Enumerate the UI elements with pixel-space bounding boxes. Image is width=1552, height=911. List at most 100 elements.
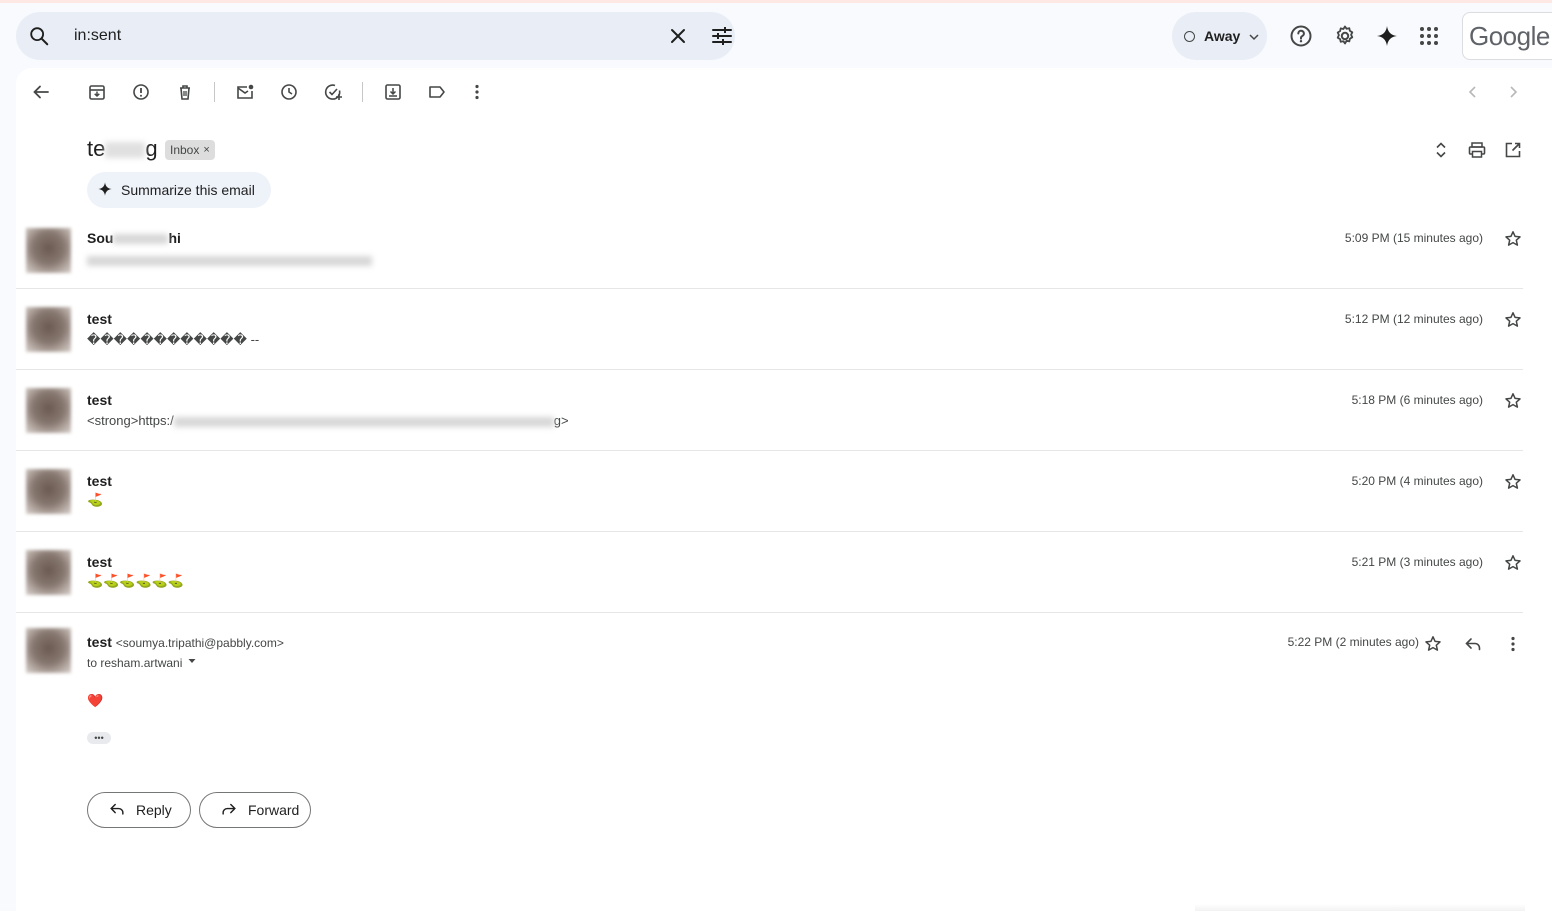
recipient-details[interactable]: to resham.artwani (87, 655, 198, 670)
back-arrow-icon[interactable] (31, 82, 51, 102)
sender-name: test (87, 392, 112, 408)
settings-gear-icon[interactable] (1333, 24, 1357, 48)
google-logo[interactable]: Google (1462, 12, 1552, 60)
sender-redacted (113, 234, 169, 245)
inbox-label-chip[interactable]: Inbox × (165, 140, 215, 160)
star-icon[interactable] (1503, 310, 1523, 330)
delete-trash-icon[interactable] (175, 82, 195, 102)
sender-email: <soumya.tripathi@pabbly.com> (115, 636, 284, 650)
message-snippet: <strong>https:/ g> (87, 413, 569, 428)
message-time: 5:12 PM (12 minutes ago) (1344, 312, 1483, 326)
report-spam-icon[interactable] (131, 82, 151, 102)
sender-name: test (87, 473, 112, 489)
newer-chevron-left-icon[interactable] (1463, 82, 1483, 102)
more-options-icon[interactable] (467, 82, 487, 102)
avatar (26, 228, 71, 273)
avatar (26, 307, 71, 352)
star-icon[interactable] (1503, 229, 1523, 249)
status-selector[interactable]: Away (1172, 12, 1267, 60)
expand-all-icon[interactable] (1431, 140, 1451, 160)
sender-name: test (87, 311, 112, 327)
avatar (26, 628, 71, 673)
message-body: ❤️ (87, 694, 104, 709)
reply-icon (108, 800, 126, 821)
forward-label: Forward (248, 802, 300, 818)
mark-unread-icon[interactable] (235, 82, 255, 102)
summarize-label: Summarize this email (121, 182, 255, 198)
message-time: 5:20 PM (4 minutes ago) (1351, 474, 1483, 488)
sender-name-start: Sou (87, 230, 114, 246)
star-icon[interactable] (1503, 472, 1523, 492)
subject-redacted (105, 142, 146, 159)
sparkle-icon (97, 181, 113, 200)
sender-name-end: hi (168, 230, 181, 246)
message-snippet: ������������ -- (87, 332, 260, 347)
open-in-new-window-icon[interactable] (1503, 140, 1523, 160)
status-dot-icon (1184, 31, 1195, 42)
print-icon[interactable] (1467, 140, 1487, 160)
chevron-down-icon (1248, 30, 1260, 42)
label-tag-icon[interactable] (427, 82, 447, 102)
subject-text-end: g (145, 136, 158, 161)
search-input[interactable] (74, 24, 634, 48)
star-icon[interactable] (1423, 634, 1443, 654)
message-time: 5:21 PM (3 minutes ago) (1351, 555, 1483, 569)
snippet-end: g> (553, 413, 569, 428)
message-time: 5:22 PM (2 minutes ago) (1287, 635, 1419, 649)
reply-label: Reply (136, 802, 172, 818)
thread-message-row[interactable]: test ⛳ 5:20 PM (4 minutes ago) (16, 451, 1523, 532)
forward-button[interactable]: Forward (199, 792, 311, 828)
remove-label-icon[interactable]: × (203, 144, 209, 156)
message-snippet: ⛳⛳⛳⛳⛳⛳ (87, 574, 185, 589)
move-to-icon[interactable] (383, 82, 403, 102)
avatar (26, 469, 71, 514)
toolbar-divider (214, 82, 215, 102)
help-icon[interactable] (1289, 24, 1313, 48)
thread-message-row[interactable]: Sou hi 5:09 PM (15 minutes ago) (16, 208, 1523, 289)
thread-message-row[interactable]: test ������������ -- 5:12 PM (12 minutes… (16, 289, 1523, 370)
message-snippet (87, 252, 372, 267)
recipient-text: to resham.artwani (87, 655, 183, 670)
thread-message-row[interactable]: test <strong>https:/ g> 5:18 PM (6 minute… (16, 370, 1523, 451)
add-to-tasks-icon[interactable] (323, 82, 343, 102)
archive-icon[interactable] (87, 82, 107, 102)
sender-name: Sou hi (87, 230, 181, 246)
message-time: 5:09 PM (15 minutes ago) (1344, 231, 1483, 245)
reply-icon[interactable] (1463, 634, 1483, 654)
label-chip-text: Inbox (170, 143, 200, 157)
subject-text-start: te (87, 136, 106, 161)
snooze-clock-icon[interactable] (279, 82, 299, 102)
message-time: 5:18 PM (6 minutes ago) (1351, 393, 1483, 407)
toolbar-divider (362, 82, 363, 102)
avatar (26, 388, 71, 433)
star-icon[interactable] (1503, 391, 1523, 411)
reply-button[interactable]: Reply (87, 792, 191, 828)
email-view-panel: te g Inbox × Summarize this email Sou hi 5… (16, 68, 1552, 911)
apps-grid-icon[interactable] (1417, 24, 1441, 48)
email-subject: te g (87, 136, 158, 162)
show-trimmed-content-button[interactable]: ••• (87, 732, 111, 744)
forward-icon (220, 800, 238, 821)
avatar (26, 550, 71, 595)
message-snippet: ⛳ (87, 493, 104, 508)
snippet-redacted (173, 416, 554, 427)
thread-message-row[interactable]: test ⛳⛳⛳⛳⛳⛳ 5:21 PM (3 minutes ago) (16, 532, 1523, 613)
search-bar[interactable] (16, 12, 735, 60)
expanded-sender: test <soumya.tripathi@pabbly.com> (87, 634, 284, 650)
clear-search-icon[interactable] (666, 24, 690, 48)
sender-name: test (87, 554, 112, 570)
snippet-start: <strong>https:/ (87, 413, 174, 428)
snippet-redacted (87, 255, 372, 266)
star-icon[interactable] (1503, 553, 1523, 573)
bottom-shadow (1195, 904, 1525, 911)
gemini-sparkle-icon[interactable] (1375, 24, 1399, 48)
top-accent-line (0, 0, 1552, 3)
status-label: Away (1204, 28, 1241, 44)
summarize-email-button[interactable]: Summarize this email (87, 172, 271, 208)
search-options-icon[interactable] (710, 24, 734, 48)
sender-name: test (87, 634, 112, 650)
more-options-icon[interactable] (1503, 634, 1523, 654)
older-chevron-right-icon[interactable] (1503, 82, 1523, 102)
search-icon[interactable] (28, 25, 50, 47)
caret-down-icon[interactable] (186, 655, 198, 670)
